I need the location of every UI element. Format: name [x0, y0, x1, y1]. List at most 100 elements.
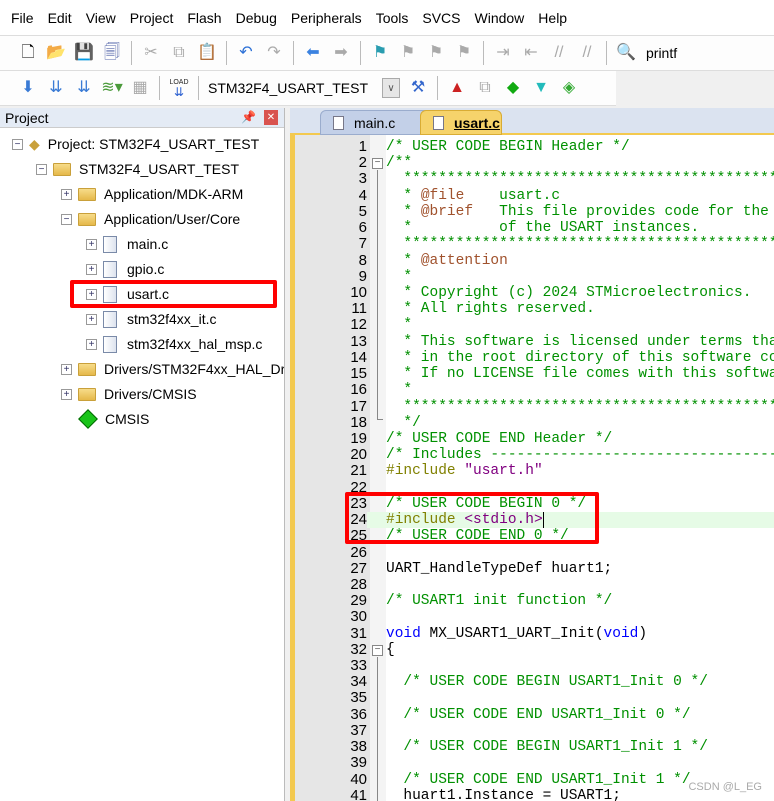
- tree-item[interactable]: − ◆ Project: STM32F4_USART_TEST: [12, 133, 259, 155]
- code-line[interactable]: 1 /* USER CODE BEGIN Header */: [295, 138, 774, 156]
- next-bookmark-icon[interactable]: ⚑: [425, 42, 447, 64]
- code-line[interactable]: 38 /* USER CODE BEGIN USART1_Init 1 */: [295, 738, 774, 756]
- tree-item[interactable]: − Application/User/Core: [61, 208, 240, 230]
- new-file-icon[interactable]: 🗋: [17, 42, 39, 64]
- code-line[interactable]: 13 * This software is licensed under ter…: [295, 333, 774, 350]
- pin-icon[interactable]: 📌: [241, 110, 256, 124]
- collapse-icon[interactable]: −: [12, 138, 23, 150]
- open-folder-icon[interactable]: 📂: [45, 42, 67, 64]
- manage-run-time-environment-icon[interactable]: ◆: [502, 77, 524, 99]
- rebuild-icon[interactable]: ⇊: [73, 77, 95, 99]
- copy-icon[interactable]: ⧉: [168, 42, 190, 64]
- code-line[interactable]: 9 *: [295, 268, 774, 285]
- tab-main-c[interactable]: main.c: [320, 110, 430, 135]
- code-line[interactable]: 19 /* USER CODE END Header */: [295, 430, 774, 448]
- code-line[interactable]: 24 #include <stdio.h>​: [295, 511, 774, 529]
- code-line[interactable]: 23 /* USER CODE BEGIN 0 */: [295, 495, 774, 513]
- pack-installer-icon[interactable]: ◈: [558, 77, 580, 99]
- undo-icon[interactable]: ↶: [235, 42, 257, 64]
- code-line[interactable]: 6 * of the USART instances.: [295, 219, 774, 237]
- code-line[interactable]: 14 * in the root directory of this softw…: [295, 349, 774, 367]
- batch-build-icon[interactable]: ≋▾: [101, 77, 123, 99]
- code-line[interactable]: 8 * @attention: [295, 252, 774, 269]
- menu-window[interactable]: Window: [468, 10, 532, 26]
- collapse-icon[interactable]: −: [61, 213, 72, 225]
- code-line[interactable]: 26: [295, 544, 774, 561]
- code-line[interactable]: 36 /* USER CODE END USART1_Init 0 */: [295, 706, 774, 723]
- code-line[interactable]: 3 **************************************…: [295, 171, 774, 188]
- code-line[interactable]: 15 * If no LICENSE file comes with this …: [295, 365, 774, 383]
- collapse-icon[interactable]: −: [36, 163, 47, 175]
- find-in-files-icon[interactable]: 🔍: [615, 42, 637, 64]
- expand-icon[interactable]: +: [86, 263, 97, 275]
- tree-item[interactable]: + stm32f4xx_it.c: [86, 308, 216, 330]
- menu-help[interactable]: Help: [531, 10, 574, 26]
- menu-peripherals[interactable]: Peripherals: [284, 10, 369, 26]
- code-line[interactable]: 20 /* Includes --------------------------…: [295, 446, 774, 464]
- code-editor[interactable]: 1/* USER CODE BEGIN Header */2/** 3 *****…: [290, 135, 774, 801]
- code-line[interactable]: 18 */: [295, 414, 774, 431]
- save-icon[interactable]: 💾: [73, 42, 95, 64]
- tree-item[interactable]: + main.c: [86, 233, 168, 255]
- menu-file[interactable]: File: [4, 10, 41, 26]
- tree-item[interactable]: + usart.c: [86, 283, 169, 305]
- save-all-icon[interactable]: 🗐: [101, 42, 123, 64]
- tree-item[interactable]: + stm32f4xx_hal_msp.c: [86, 333, 262, 355]
- code-line[interactable]: 28: [295, 576, 774, 594]
- code-line[interactable]: 11 * All rights reserved.: [295, 300, 774, 318]
- code-line[interactable]: 31 void MX_USART1_UART_Init(void): [295, 625, 774, 642]
- build-icon[interactable]: ⇊: [45, 77, 67, 99]
- menu-project[interactable]: Project: [123, 10, 181, 26]
- indent-icon[interactable]: ⇥: [492, 42, 514, 64]
- expand-icon[interactable]: +: [61, 363, 72, 375]
- code-line[interactable]: 25 /* USER CODE END 0 */: [295, 528, 774, 545]
- expand-icon[interactable]: +: [86, 313, 97, 325]
- menu-flash[interactable]: Flash: [180, 10, 228, 26]
- code-line[interactable]: 27 UART_HandleTypeDef huart1;: [295, 560, 774, 577]
- target-options-icon[interactable]: ⚒: [407, 77, 429, 99]
- tab-usart-c[interactable]: usart.c: [420, 110, 502, 135]
- bookmark-icon[interactable]: ⚑: [369, 42, 391, 64]
- menu-view[interactable]: View: [79, 10, 123, 26]
- menu-edit[interactable]: Edit: [41, 10, 79, 26]
- close-icon[interactable]: ✕: [264, 110, 278, 125]
- code-line[interactable]: 39: [295, 755, 774, 772]
- tree-item[interactable]: + Drivers/CMSIS: [61, 383, 197, 405]
- cut-icon[interactable]: ✂: [140, 42, 162, 64]
- expand-icon[interactable]: +: [61, 388, 72, 400]
- code-line[interactable]: 30: [295, 609, 774, 626]
- fold-collapse-icon[interactable]: −: [372, 645, 383, 656]
- target-select[interactable]: STM32F4_USART_TEST ∨: [208, 78, 401, 98]
- manage-project-items-icon[interactable]: ▲: [446, 77, 468, 99]
- uncomment-icon[interactable]: //: [576, 42, 598, 64]
- code-line[interactable]: 33: [295, 657, 774, 675]
- clear-bookmarks-icon[interactable]: ⚑: [453, 42, 475, 64]
- code-line[interactable]: 4 * @file usart.c: [295, 187, 774, 204]
- fold-collapse-icon[interactable]: −: [372, 158, 383, 169]
- tree-item[interactable]: + gpio.c: [86, 258, 164, 280]
- stop-build-icon[interactable]: ▦: [129, 77, 151, 99]
- expand-icon[interactable]: +: [86, 338, 97, 350]
- code-line[interactable]: 2 /**: [295, 154, 774, 172]
- redo-icon[interactable]: ↷: [263, 42, 285, 64]
- code-line[interactable]: 17 *************************************…: [295, 398, 774, 415]
- code-line[interactable]: 16 *: [295, 382, 774, 399]
- code-line[interactable]: 21 #include "usart.h": [295, 463, 774, 480]
- paste-icon[interactable]: 📋: [196, 42, 218, 64]
- tree-item[interactable]: CMSIS: [61, 408, 149, 430]
- menu-debug[interactable]: Debug: [229, 10, 284, 26]
- menu-tools[interactable]: Tools: [369, 10, 416, 26]
- code-line[interactable]: 29 /* USART1 init function */: [295, 592, 774, 610]
- tree-item[interactable]: + Drivers/STM32F4xx_HAL_Driver: [61, 358, 284, 380]
- expand-icon[interactable]: +: [86, 288, 97, 300]
- code-line[interactable]: 12 *: [295, 317, 774, 334]
- tree-item[interactable]: − STM32F4_USART_TEST: [36, 158, 239, 180]
- navigate-back-icon[interactable]: ⬅: [302, 42, 324, 64]
- code-line[interactable]: 35: [295, 690, 774, 707]
- code-line[interactable]: 37: [295, 722, 774, 740]
- translate-icon[interactable]: ⬇: [17, 77, 39, 99]
- pack-installer-filter-icon[interactable]: ▼: [530, 77, 552, 99]
- code-line[interactable]: 7 **************************************…: [295, 236, 774, 253]
- select-packs-icon[interactable]: ⧉: [474, 77, 496, 99]
- menu-svcs[interactable]: SVCS: [415, 10, 467, 26]
